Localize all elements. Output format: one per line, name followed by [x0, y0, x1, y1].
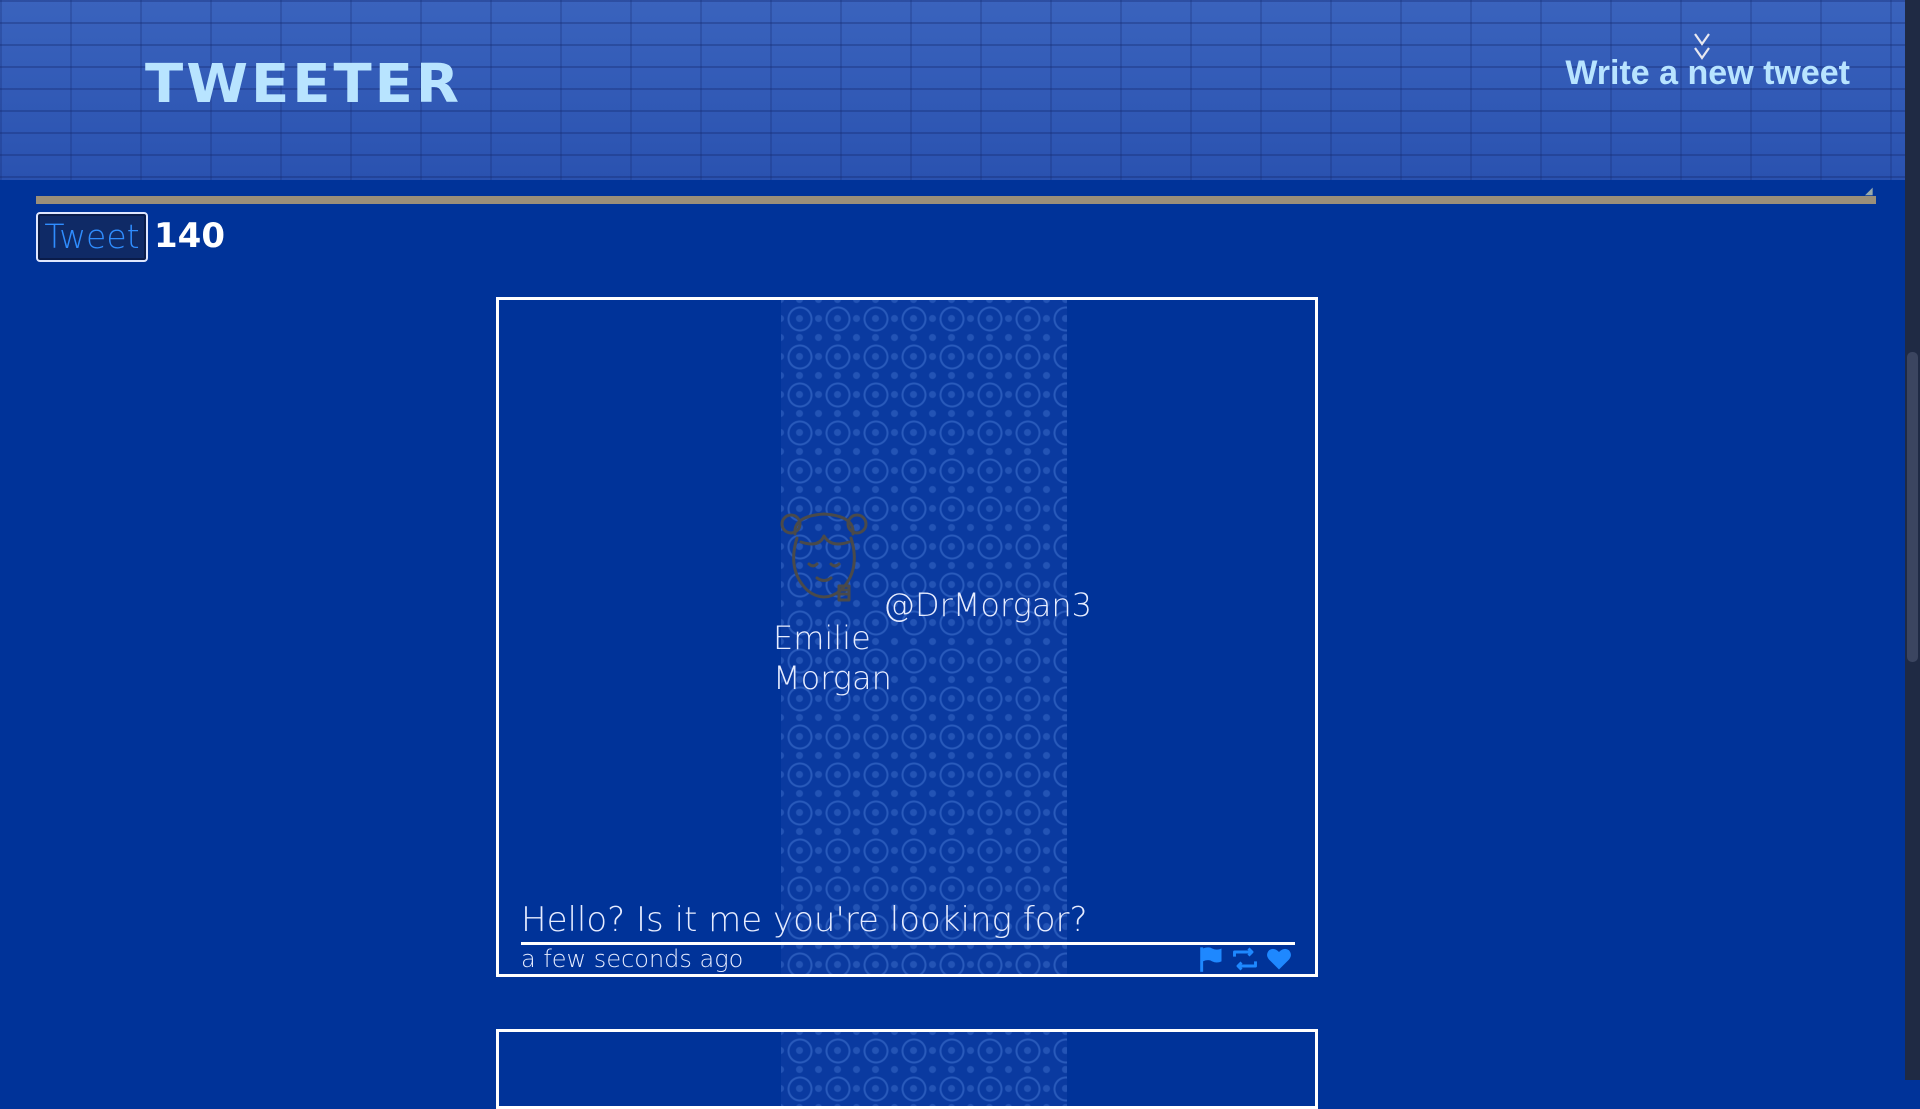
tweet-actions — [1197, 945, 1293, 973]
double-chevron-down-icon[interactable] — [1690, 28, 1714, 70]
tweet-card — [496, 1029, 1318, 1109]
tweet-textarea[interactable] — [36, 196, 1876, 204]
chevron-down-icon — [1694, 33, 1710, 60]
tweet-card: Emilie Morgan @DrMorgan3 Hello? Is it me… — [496, 297, 1318, 977]
avatar-icon — [780, 512, 868, 602]
heart-icon[interactable] — [1265, 945, 1293, 973]
user-fullname: Emilie Morgan — [773, 619, 892, 697]
app-logo: Tweeter — [145, 53, 463, 116]
tweet-content: Hello? Is it me you're looking for? — [521, 900, 1295, 945]
character-counter: 140 — [154, 216, 225, 256]
flag-icon[interactable] — [1197, 945, 1225, 973]
top-nav: Tweeter Write a new tweet — [0, 0, 1905, 180]
retweet-icon[interactable] — [1231, 945, 1259, 973]
scrollbar[interactable] — [1905, 0, 1920, 1080]
resize-handle-icon[interactable]: ◢ — [1865, 186, 1873, 197]
header-pattern — [781, 1032, 1067, 1106]
tweet-timestamp: a few seconds ago — [521, 945, 744, 973]
tweet-button[interactable]: Tweet — [36, 212, 148, 262]
scrollbar-thumb[interactable] — [1907, 352, 1918, 662]
user-handle: @DrMorgan3 — [883, 586, 1093, 624]
